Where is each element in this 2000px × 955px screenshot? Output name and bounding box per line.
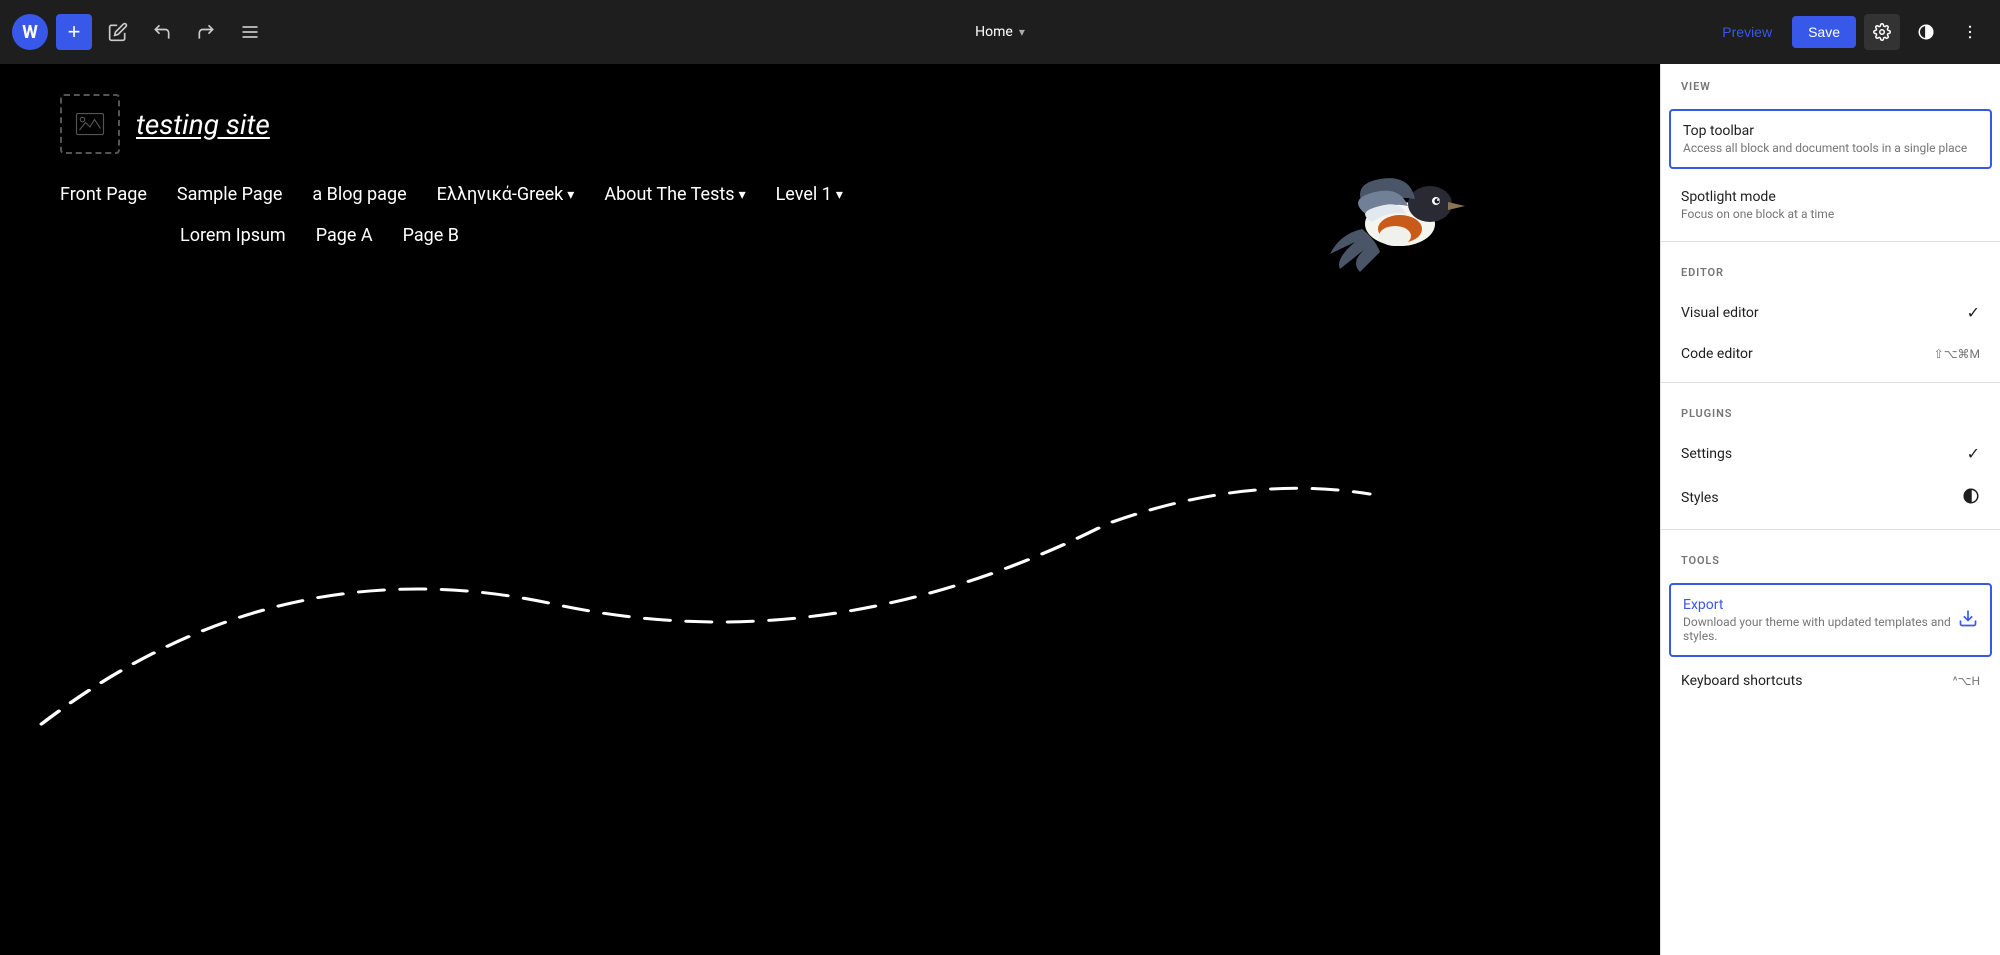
visual-editor-title: Visual editor xyxy=(1681,305,1967,321)
bird-illustration xyxy=(1320,144,1480,274)
keyboard-shortcuts-shortcut: ^⌥H xyxy=(1953,674,1980,688)
settings-content: Settings xyxy=(1681,446,1967,462)
spotlight-content: Spotlight mode Focus on one block at a t… xyxy=(1681,189,1980,221)
nav-sub-pageb[interactable]: Page B xyxy=(403,225,459,246)
pen-button[interactable] xyxy=(100,14,136,50)
divider-3 xyxy=(1661,529,2000,530)
toolbar-right: Preview Save xyxy=(1710,14,1988,50)
top-toolbar-desc: Access all block and document tools in a… xyxy=(1683,141,1978,155)
nav-item-frontpage[interactable]: Front Page xyxy=(60,184,147,205)
right-panel: VIEW Top toolbar Access all block and do… xyxy=(1660,64,2000,955)
styles-content: Styles xyxy=(1681,490,1962,506)
site-logo xyxy=(60,94,120,154)
styles-icon xyxy=(1962,487,1980,509)
spotlight-desc: Focus on one block at a time xyxy=(1681,207,1980,221)
chevron-down-icon: ▾ xyxy=(739,187,746,203)
nav-item-abouttests[interactable]: About The Tests ▾ xyxy=(604,184,745,205)
export-content: Export Download your theme with updated … xyxy=(1683,597,1958,643)
page-title-dropdown[interactable]: Home ▾ xyxy=(975,24,1025,40)
wp-logo[interactable]: W xyxy=(12,14,48,50)
plugins-section-label: PLUGINS xyxy=(1681,407,1980,420)
nav-item-samplepage[interactable]: Sample Page xyxy=(177,184,282,205)
chevron-down-icon: ▾ xyxy=(1019,25,1025,39)
download-icon xyxy=(1958,608,1978,632)
checkmark-icon: ✓ xyxy=(1967,303,1980,322)
nav-sub-pagea[interactable]: Page A xyxy=(316,225,373,246)
settings-button[interactable] xyxy=(1864,14,1900,50)
plugins-section: PLUGINS xyxy=(1661,391,2000,432)
view-section: VIEW xyxy=(1661,64,2000,105)
code-editor-content: Code editor xyxy=(1681,346,1934,362)
divider-1 xyxy=(1661,241,2000,242)
settings-item[interactable]: Settings ✓ xyxy=(1661,432,2000,475)
chevron-down-icon: ▾ xyxy=(836,187,843,203)
nav-item-blogpage[interactable]: a Blog page xyxy=(312,184,406,205)
editor-section: EDITOR xyxy=(1661,250,2000,291)
contrast-button[interactable] xyxy=(1908,14,1944,50)
top-toolbar-title: Top toolbar xyxy=(1683,123,1978,139)
more-menu-button[interactable] xyxy=(1952,14,1988,50)
export-desc: Download your theme with updated templat… xyxy=(1683,615,1958,643)
canvas: testing site Front Page Sample Page a Bl… xyxy=(0,64,1660,955)
tools-section-label: TOOLS xyxy=(1681,554,1980,567)
editor-section-label: EDITOR xyxy=(1681,266,1980,279)
main-area: testing site Front Page Sample Page a Bl… xyxy=(0,64,2000,955)
save-button[interactable]: Save xyxy=(1792,16,1856,48)
chevron-down-icon: ▾ xyxy=(567,187,574,203)
keyboard-shortcuts-content: Keyboard shortcuts xyxy=(1681,673,1953,689)
site-name: testing site xyxy=(136,108,270,141)
keyboard-shortcuts-item[interactable]: Keyboard shortcuts ^⌥H xyxy=(1661,661,2000,701)
visual-editor-item[interactable]: Visual editor ✓ xyxy=(1661,291,2000,334)
code-editor-title: Code editor xyxy=(1681,346,1934,362)
undo-button[interactable] xyxy=(144,14,180,50)
code-editor-item[interactable]: Code editor ⇧⌥⌘M xyxy=(1661,334,2000,374)
styles-title: Styles xyxy=(1681,490,1962,506)
nav-sub-loremipsum[interactable]: Lorem Ipsum xyxy=(180,225,286,246)
redo-button[interactable] xyxy=(188,14,224,50)
add-block-button[interactable]: + xyxy=(56,14,92,50)
page-title: Home xyxy=(975,24,1013,40)
list-view-button[interactable] xyxy=(232,14,268,50)
top-toolbar: W + Home ▾ Preview Save xyxy=(0,0,2000,64)
export-item[interactable]: Export Download your theme with updated … xyxy=(1669,583,1992,657)
divider-2 xyxy=(1661,382,2000,383)
settings-title: Settings xyxy=(1681,446,1967,462)
settings-checkmark-icon: ✓ xyxy=(1967,444,1980,463)
preview-button[interactable]: Preview xyxy=(1710,18,1784,46)
styles-item[interactable]: Styles xyxy=(1661,475,2000,521)
view-section-label: VIEW xyxy=(1681,80,1980,93)
nav-item-level1[interactable]: Level 1 ▾ xyxy=(776,184,843,205)
top-toolbar-content: Top toolbar Access all block and documen… xyxy=(1683,123,1978,155)
top-toolbar-item[interactable]: Top toolbar Access all block and documen… xyxy=(1669,109,1992,169)
nav-item-greek[interactable]: Ελληνικά-Greek ▾ xyxy=(437,184,575,205)
spotlight-title: Spotlight mode xyxy=(1681,189,1980,205)
export-title: Export xyxy=(1683,597,1958,613)
visual-editor-content: Visual editor xyxy=(1681,305,1967,321)
spotlight-mode-item[interactable]: Spotlight mode Focus on one block at a t… xyxy=(1661,177,2000,233)
keyboard-shortcuts-title: Keyboard shortcuts xyxy=(1681,673,1953,689)
tools-section: TOOLS xyxy=(1661,538,2000,579)
canvas-decoration xyxy=(0,344,1660,955)
code-editor-shortcut: ⇧⌥⌘M xyxy=(1934,347,1980,361)
